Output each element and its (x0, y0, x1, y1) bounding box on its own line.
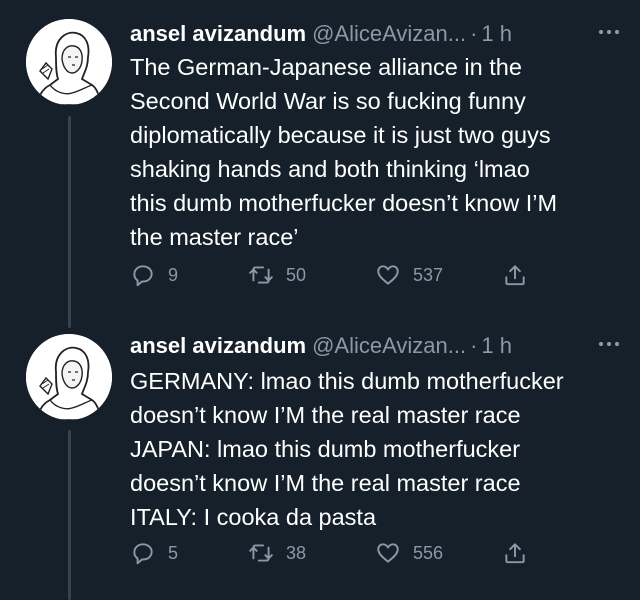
thread-connector-line (68, 116, 71, 328)
tweet-header: ansel avizandum @AliceAvizan... · 1 h (130, 17, 512, 51)
reply-count: 9 (168, 264, 179, 285)
more-options-button[interactable] (592, 332, 626, 356)
tweet-thread: ansel avizandum @AliceAvizan... · 1 h Th… (0, 0, 640, 600)
retweet-button[interactable]: 38 (248, 536, 306, 570)
more-dots-icon (598, 29, 620, 35)
more-dots-icon (598, 341, 620, 347)
like-button[interactable]: 537 (375, 258, 443, 292)
avatar-illustration (26, 19, 112, 105)
heart-icon (377, 543, 399, 563)
tweet[interactable]: ansel avizandum @AliceAvizan... · 1 h GE… (0, 322, 640, 600)
more-options-button[interactable] (592, 20, 626, 44)
avatar-illustration (26, 334, 112, 420)
retweet-button[interactable]: 50 (248, 258, 306, 292)
share-button[interactable] (502, 536, 528, 570)
tweet-actions: 9 50 537 (130, 258, 550, 292)
header-separator: · (470, 21, 478, 46)
share-icon (505, 543, 525, 564)
reply-count: 5 (168, 542, 179, 563)
avatar[interactable] (26, 19, 112, 105)
tweet-actions: 5 38 556 (130, 536, 550, 570)
avatar[interactable] (26, 334, 112, 420)
retweet-count: 38 (286, 542, 307, 563)
like-count: 556 (413, 542, 444, 563)
retweet-icon (249, 544, 273, 562)
thread-connector-line (68, 430, 71, 600)
reply-button[interactable]: 9 (130, 258, 178, 292)
share-icon (505, 265, 525, 286)
tweet[interactable]: ansel avizandum @AliceAvizan... · 1 h Th… (0, 0, 640, 328)
reply-icon (133, 265, 153, 287)
header-separator: · (470, 333, 478, 358)
heart-icon (377, 265, 399, 285)
retweet-icon (249, 266, 273, 284)
tweet-text: The German-Japanese alliance in the Seco… (130, 54, 558, 250)
like-button[interactable]: 556 (375, 536, 443, 570)
tweet-header: ansel avizandum @AliceAvizan... · 1 h (130, 329, 512, 363)
tweet-text: GERMANY: lmao this dumb motherfucker doe… (130, 368, 564, 530)
author-name[interactable]: ansel avizandum (130, 333, 306, 359)
author-handle[interactable]: @AliceAvizan... (312, 333, 466, 359)
tweet-timestamp[interactable]: 1 h (481, 333, 512, 359)
like-count: 537 (413, 264, 444, 285)
author-handle[interactable]: @AliceAvizan... (312, 21, 466, 47)
tweet-timestamp[interactable]: 1 h (481, 21, 512, 47)
share-button[interactable] (502, 258, 528, 292)
reply-button[interactable]: 5 (130, 536, 178, 570)
author-name[interactable]: ansel avizandum (130, 21, 306, 47)
retweet-count: 50 (286, 264, 307, 285)
reply-icon (133, 543, 153, 565)
